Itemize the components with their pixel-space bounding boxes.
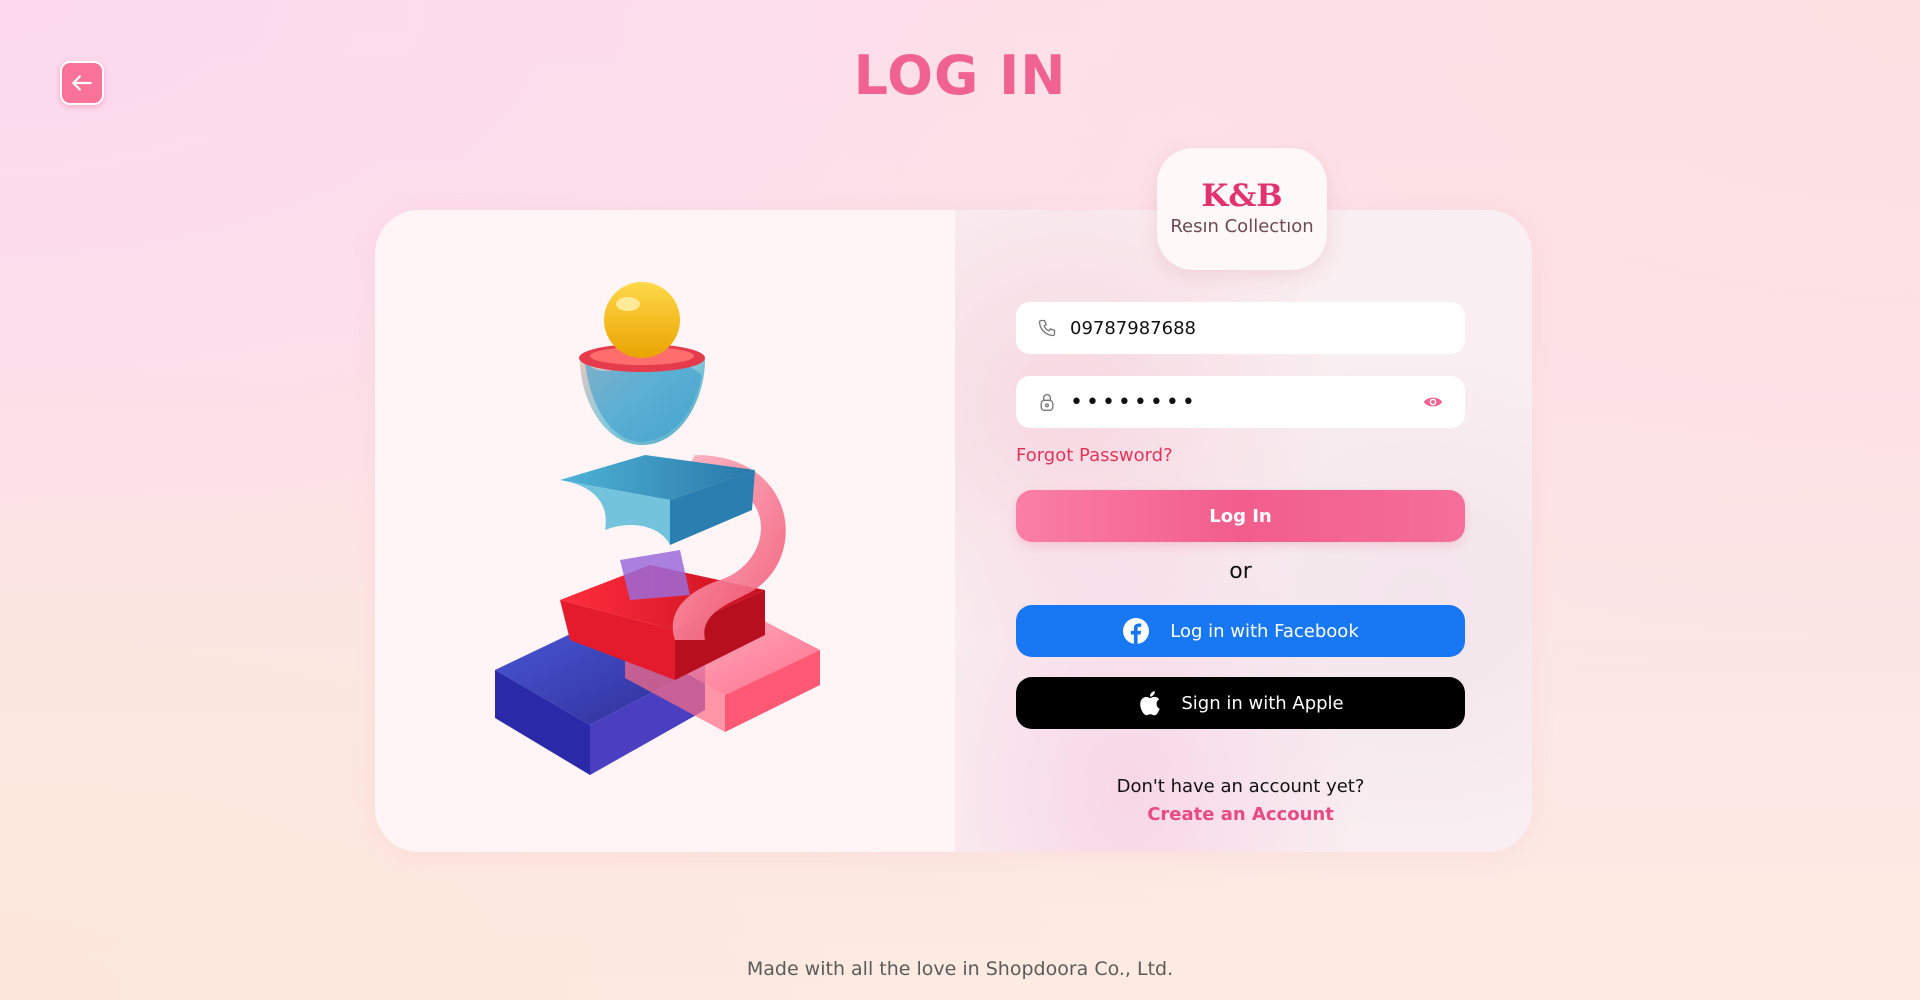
create-account-link[interactable]: Create an Account <box>1016 804 1465 825</box>
apple-signin-label: Sign in with Apple <box>1181 692 1344 714</box>
signup-prompt: Don't have an account yet? <box>1116 776 1365 797</box>
brand-subtitle: Resın Collectıon <box>1170 216 1314 237</box>
eye-icon[interactable] <box>1421 390 1445 414</box>
phone-field[interactable] <box>1016 302 1465 354</box>
facebook-icon <box>1123 618 1150 644</box>
facebook-login-label: Log in with Facebook <box>1170 620 1359 642</box>
brand-name: K&B <box>1201 178 1283 214</box>
brand-logo: K&B Resın Collectıon <box>1157 148 1327 270</box>
forgot-password-link[interactable]: Forgot Password? <box>1016 445 1173 466</box>
phone-input[interactable] <box>1070 317 1445 339</box>
apple-signin-button[interactable]: Sign in with Apple <box>1016 677 1465 729</box>
page-title: LOG IN <box>853 44 1067 107</box>
footer-credit: Made with all the love in Shopdoora Co.,… <box>746 958 1174 980</box>
password-input[interactable] <box>1070 389 1421 415</box>
password-field[interactable] <box>1016 376 1465 428</box>
apple-icon <box>1140 691 1161 716</box>
phone-icon <box>1036 317 1058 339</box>
facebook-login-button[interactable]: Log in with Facebook <box>1016 605 1465 657</box>
resin-sculpture-illustration <box>495 282 820 775</box>
lock-icon <box>1036 391 1058 413</box>
login-button[interactable]: Log In <box>1016 490 1465 542</box>
or-separator: or <box>1229 559 1252 584</box>
